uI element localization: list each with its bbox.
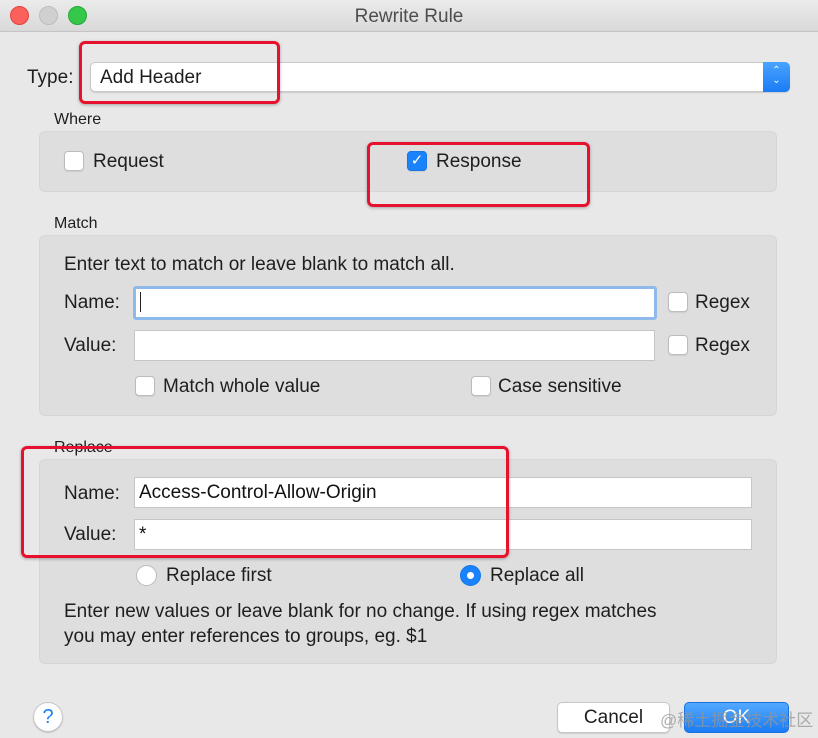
replace-all-label: Replace all — [490, 565, 584, 586]
help-button[interactable]: ? — [33, 702, 63, 732]
window-title: Rewrite Rule — [354, 6, 464, 27]
match-whole-value-checkbox[interactable] — [135, 376, 155, 396]
checkmark-icon: ✓ — [410, 152, 424, 169]
type-select[interactable]: Add Header ⌃ ⌄ — [90, 62, 790, 92]
watermark: @稀土掘金技术社区 — [660, 711, 814, 730]
replace-help-text: Enter new values or leave blank for no c… — [64, 599, 764, 649]
replace-all-radio[interactable] — [460, 565, 481, 586]
where-section-label: Where — [54, 111, 102, 128]
cancel-button[interactable]: Cancel — [557, 702, 670, 733]
replace-value-label: Value: — [64, 524, 117, 545]
text-caret — [140, 291, 141, 312]
chevron-down-icon: ⌄ — [772, 75, 781, 86]
match-whole-value-label: Match whole value — [163, 376, 321, 397]
up-down-chevron-icon[interactable]: ⌃ ⌄ — [763, 62, 790, 92]
replace-help-line-2: you may enter references to groups, eg. … — [64, 626, 428, 647]
request-checkbox-label: Request — [93, 151, 164, 172]
replace-value-input[interactable]: * — [134, 519, 752, 550]
match-name-regex-checkbox[interactable] — [668, 292, 688, 312]
match-value-regex-label: Regex — [695, 335, 750, 356]
match-section-label: Match — [54, 215, 98, 232]
type-selected-value: Add Header — [100, 67, 202, 88]
question-mark-icon: ? — [42, 706, 54, 728]
match-name-label: Name: — [64, 292, 120, 313]
case-sensitive-checkbox[interactable] — [471, 376, 491, 396]
match-name-regex-label: Regex — [695, 292, 750, 313]
type-label: Type: — [27, 67, 74, 88]
response-checkbox[interactable]: ✓ — [407, 151, 427, 171]
replace-help-line-1: Enter new values or leave blank for no c… — [64, 601, 657, 622]
match-instructions: Enter text to match or leave blank to ma… — [64, 254, 455, 275]
response-checkbox-label: Response — [436, 151, 522, 172]
match-value-regex-checkbox[interactable] — [668, 335, 688, 355]
request-checkbox[interactable] — [64, 151, 84, 171]
replace-name-label: Name: — [64, 483, 120, 504]
match-value-input[interactable] — [134, 330, 655, 361]
title-bar: Rewrite Rule — [0, 0, 818, 32]
replace-first-label: Replace first — [166, 565, 272, 586]
replace-section-label: Replace — [54, 439, 113, 456]
match-value-label: Value: — [64, 335, 117, 356]
match-name-input[interactable] — [133, 286, 657, 320]
case-sensitive-label: Case sensitive — [498, 376, 622, 397]
replace-name-input[interactable]: Access-Control-Allow-Origin — [134, 477, 752, 508]
replace-first-radio[interactable] — [136, 565, 157, 586]
